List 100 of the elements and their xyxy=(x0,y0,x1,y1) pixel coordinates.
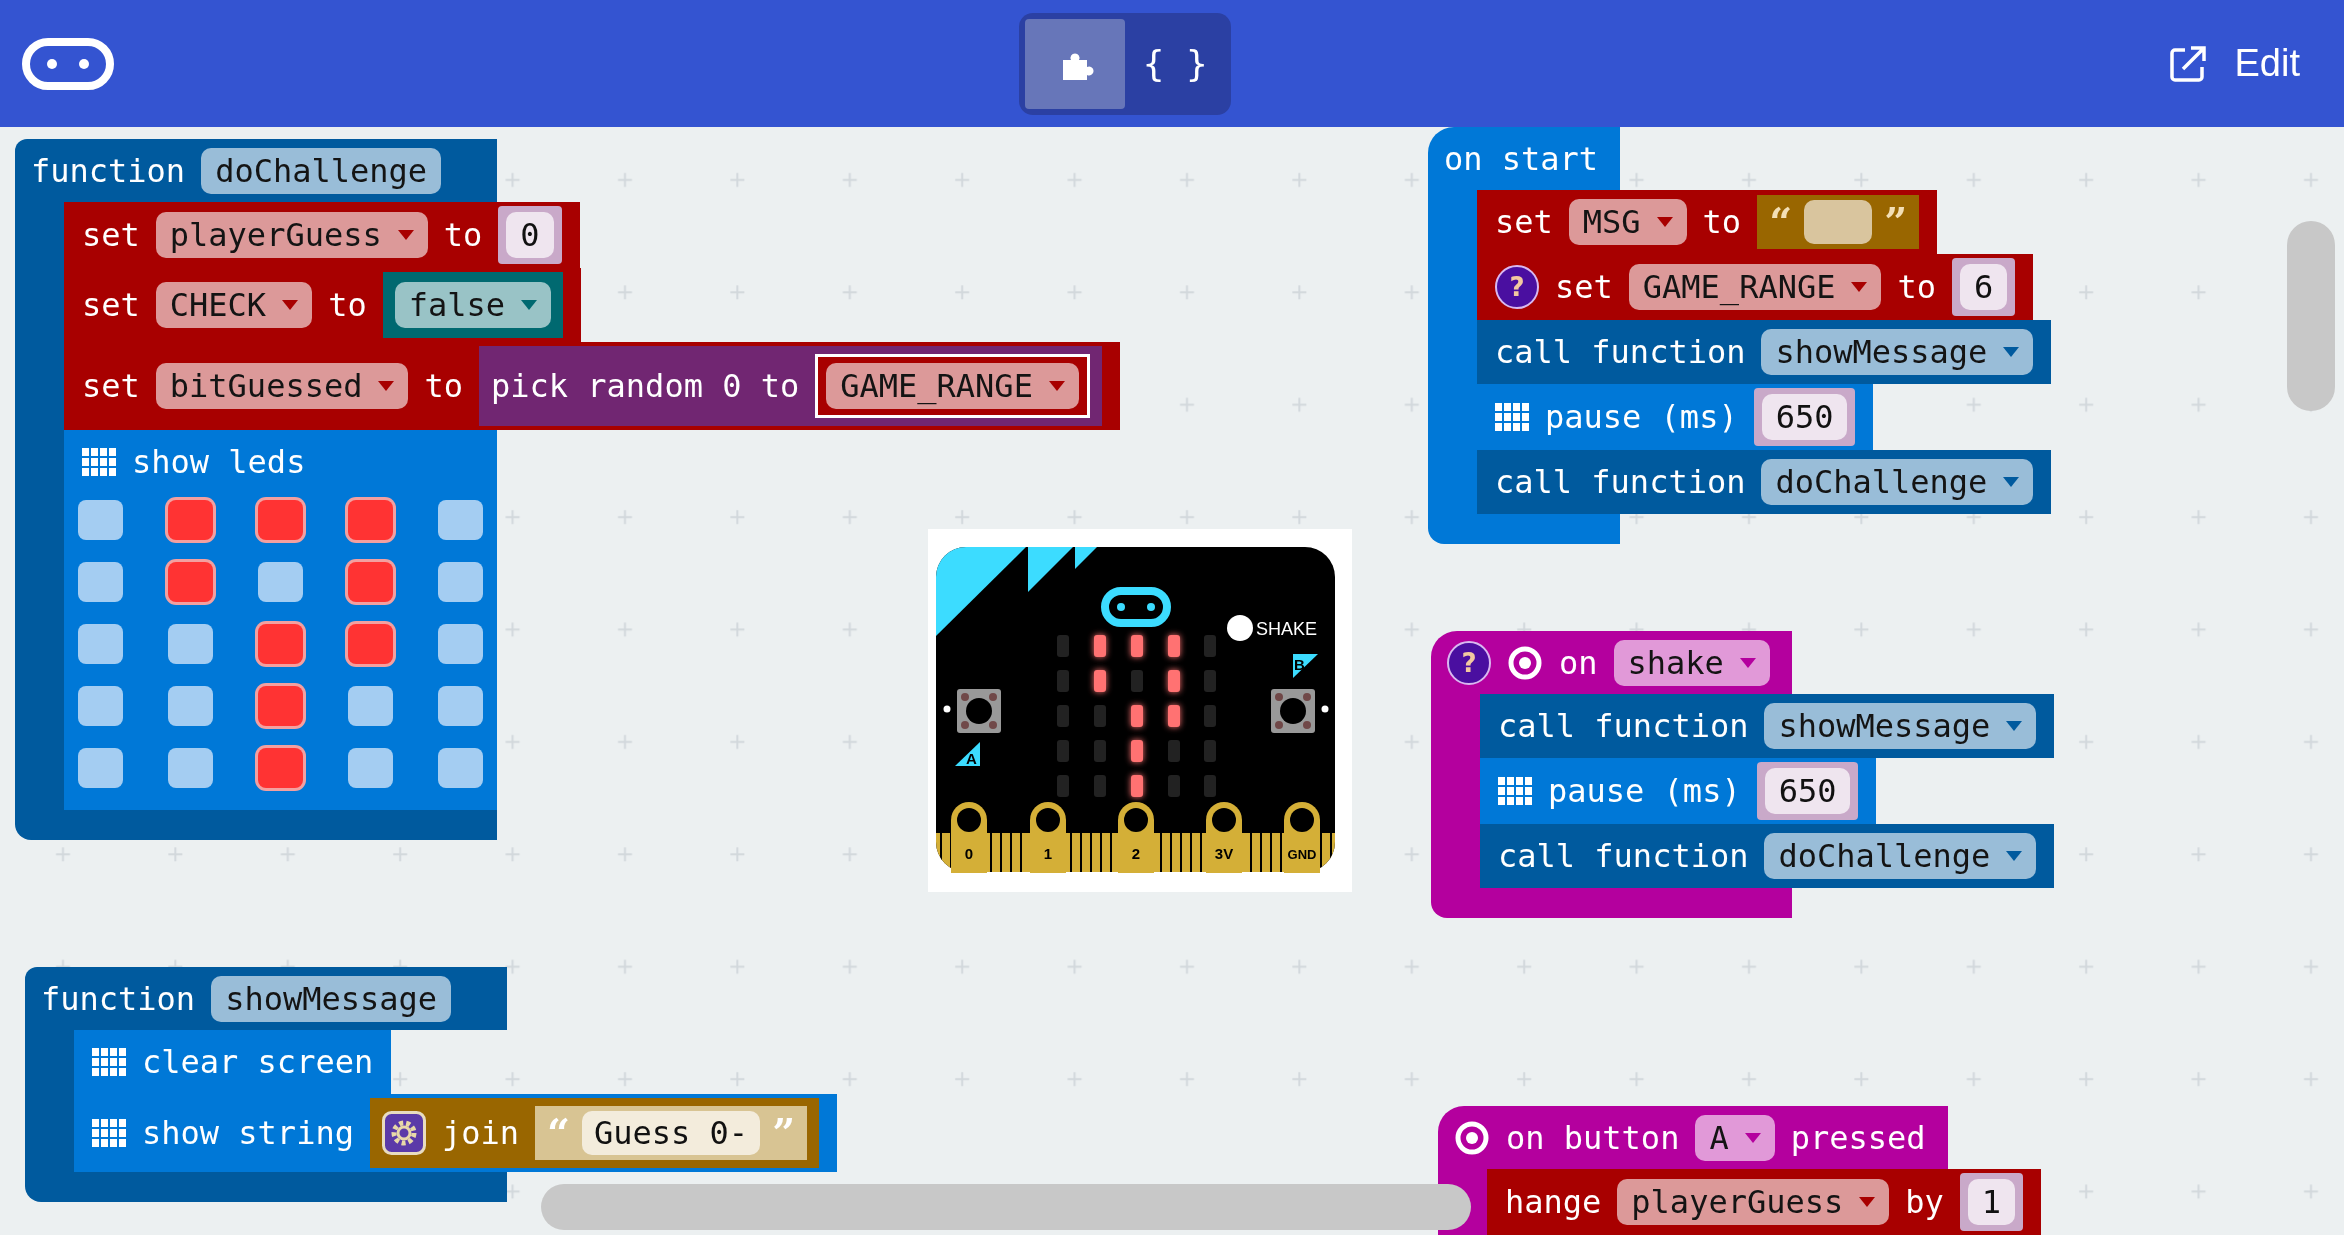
dropdown-field[interactable]: bitGuessed xyxy=(155,363,409,409)
logo-icon xyxy=(1101,587,1171,627)
block-label: pause (ms) xyxy=(1548,771,1741,812)
caret-icon xyxy=(1744,1132,1761,1143)
led-toggle[interactable] xyxy=(438,562,483,602)
block-label: call function xyxy=(1495,462,1746,503)
number-field[interactable]: 6 xyxy=(1960,264,2008,310)
number-field[interactable]: 650 xyxy=(1764,768,1851,814)
gear-icon xyxy=(381,1111,426,1155)
indicator-dot xyxy=(943,705,951,713)
number-field[interactable]: 1 xyxy=(1967,1179,2016,1225)
block-label: pause (ms) xyxy=(1545,397,1738,438)
edit-button[interactable]: Edit xyxy=(2166,42,2300,85)
led-toggle[interactable] xyxy=(348,624,393,664)
dropdown-field[interactable]: A xyxy=(1695,1114,1775,1161)
shake-label: SHAKE xyxy=(1256,619,1318,639)
function-name-field[interactable]: showMessage xyxy=(211,975,452,1022)
horizontal-scrollbar[interactable] xyxy=(541,1184,1471,1230)
led-toggle[interactable] xyxy=(438,500,483,540)
led-toggle[interactable] xyxy=(438,686,483,726)
block-label: hange xyxy=(1505,1182,1602,1223)
led-toggle[interactable] xyxy=(258,748,303,788)
function-name-field[interactable]: doChallenge xyxy=(201,147,442,194)
led-toggle[interactable] xyxy=(78,562,123,602)
block-label: function xyxy=(41,978,196,1020)
led-toggle[interactable] xyxy=(438,624,483,664)
pin-label: 1 xyxy=(1043,845,1053,862)
dropdown-field[interactable]: doChallenge xyxy=(1764,833,2037,879)
led-toggle[interactable] xyxy=(168,562,213,602)
block-label: to xyxy=(443,215,483,256)
help-button[interactable]: ? xyxy=(1495,265,1539,309)
block-label: function xyxy=(31,150,186,192)
dropdown-field[interactable]: MSG xyxy=(1568,199,1687,245)
block-label: pressed xyxy=(1790,1117,1926,1159)
led-toggle[interactable] xyxy=(78,624,123,664)
dropdown-field[interactable]: false xyxy=(394,282,551,328)
block-label: on xyxy=(1559,642,1598,684)
pin-label: GND xyxy=(1287,847,1317,862)
block-label: join xyxy=(441,1113,519,1154)
dropdown-field[interactable]: doChallenge xyxy=(1761,459,2034,505)
push-button[interactable] xyxy=(957,689,1001,733)
shake-button[interactable] xyxy=(1227,615,1253,641)
dropdown-field[interactable]: showMessage xyxy=(1764,703,2037,749)
target-icon xyxy=(1507,644,1543,681)
led-toggle[interactable] xyxy=(348,500,393,540)
caret-icon xyxy=(397,230,414,240)
led-toggle[interactable] xyxy=(168,500,213,540)
block-label: set xyxy=(82,215,140,256)
pin-pad xyxy=(1284,802,1320,873)
led-toggle[interactable] xyxy=(168,624,213,664)
led-toggle[interactable] xyxy=(348,686,393,726)
block-label: to xyxy=(424,366,463,407)
block-label: set xyxy=(82,285,140,326)
dropdown-field[interactable]: showMessage xyxy=(1761,329,2034,375)
caret-icon xyxy=(1851,282,1868,292)
pin-label: 3V xyxy=(1214,845,1234,862)
caret-icon xyxy=(1859,1197,1876,1207)
led-toggle[interactable] xyxy=(258,500,303,540)
dropdown-field[interactable]: CHECK xyxy=(155,282,313,328)
led-toggle[interactable] xyxy=(348,748,393,788)
vertical-scrollbar[interactable] xyxy=(2287,221,2335,411)
number-field[interactable]: 0 xyxy=(506,212,554,258)
dropdown-field[interactable]: GAME_RANGE xyxy=(826,363,1079,409)
block-label: call function xyxy=(1495,332,1746,373)
pin-pad xyxy=(1030,802,1066,873)
block-label: to xyxy=(328,285,367,326)
block-label: to xyxy=(1897,267,1936,308)
led-toggle[interactable] xyxy=(168,748,213,788)
led-toggle[interactable] xyxy=(258,686,303,726)
push-button[interactable] xyxy=(1271,689,1315,733)
block-label: set xyxy=(82,366,140,407)
led-toggle[interactable] xyxy=(438,748,483,788)
caret-icon xyxy=(1739,657,1756,668)
block-label: on button xyxy=(1506,1117,1680,1159)
led-toggle[interactable] xyxy=(258,562,303,602)
dropdown-field[interactable]: playerGuess xyxy=(155,212,428,258)
text-field[interactable] xyxy=(1804,200,1873,244)
help-button[interactable]: ? xyxy=(1447,640,1491,685)
blocks-editor-tab[interactable] xyxy=(1025,18,1126,109)
block-label: set xyxy=(1555,267,1613,308)
number-field[interactable]: 650 xyxy=(1761,394,1848,440)
led-toggle[interactable] xyxy=(168,686,213,726)
caret-icon xyxy=(2003,347,2020,357)
block-label: call function xyxy=(1498,836,1749,877)
led-toggle[interactable] xyxy=(258,624,303,664)
quote-mark: “ xyxy=(1769,199,1793,245)
dropdown-field[interactable]: GAME_RANGE xyxy=(1628,264,1882,310)
dropdown-field[interactable]: shake xyxy=(1613,639,1770,686)
pin-pad xyxy=(1206,802,1242,873)
led-toggle[interactable] xyxy=(78,686,123,726)
led-toggle[interactable] xyxy=(78,500,123,540)
led-toggle[interactable] xyxy=(348,562,393,602)
block-label: show string xyxy=(142,1113,354,1154)
grid-icon xyxy=(92,1048,126,1076)
block-label: show leds xyxy=(132,442,306,483)
caret-icon xyxy=(521,300,537,310)
text-field[interactable]: Guess 0- xyxy=(582,1111,761,1155)
dropdown-field[interactable]: playerGuess xyxy=(1617,1179,1890,1225)
indicator-dot xyxy=(1321,705,1329,713)
led-toggle[interactable] xyxy=(78,748,123,788)
